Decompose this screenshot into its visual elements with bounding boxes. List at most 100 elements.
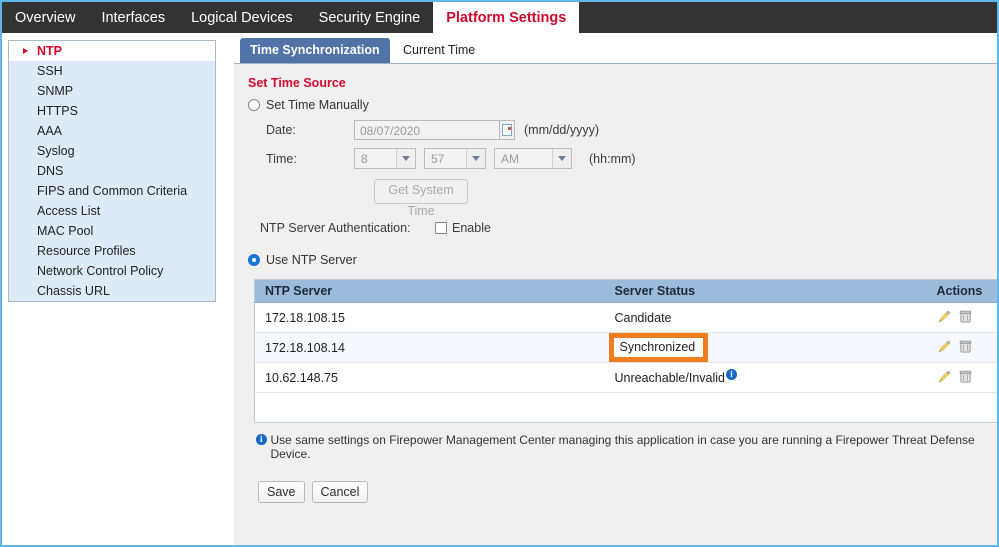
tab-label: Current Time xyxy=(403,43,476,57)
status-text: Unreachable/Invalid xyxy=(614,371,726,386)
minute-value: 57 xyxy=(431,151,445,166)
sidebar-item-syslog[interactable]: Syslog xyxy=(9,141,215,161)
sidebar-item-network-control-policy[interactable]: Network Control Policy xyxy=(9,261,215,281)
cell-ntp-server: 172.18.108.15 xyxy=(254,302,605,333)
edit-pencil-icon[interactable] xyxy=(937,339,952,357)
delete-trash-icon[interactable] xyxy=(959,369,972,387)
cell-ntp-server: 10.62.148.75 xyxy=(254,362,605,393)
sidebar-item-resource-profiles[interactable]: Resource Profiles xyxy=(9,241,215,261)
status-text: Candidate xyxy=(614,310,672,325)
sidebar-item-fips-common-criteria[interactable]: FIPS and Common Criteria xyxy=(9,181,215,201)
tab-current-time[interactable]: Current Time xyxy=(393,38,485,63)
cell-server-status: Unreachable/Invalid i xyxy=(604,362,927,393)
top-navigation-bar: Overview Interfaces Logical Devices Secu… xyxy=(2,2,997,33)
hour-value: 8 xyxy=(361,151,368,166)
table-empty-row xyxy=(255,393,998,423)
cell-empty xyxy=(255,393,605,423)
footer-note: i Use same settings on Firepower Managem… xyxy=(256,433,985,461)
radio-set-time-manually-row[interactable]: Set Time Manually xyxy=(248,98,985,112)
content-area: Time Synchronization Current Time Set Ti… xyxy=(234,38,997,545)
application-window: Overview Interfaces Logical Devices Secu… xyxy=(0,0,999,547)
caret-right-icon xyxy=(23,48,28,54)
section-title-set-time-source: Set Time Source xyxy=(248,76,346,90)
tab-time-synchronization[interactable]: Time Synchronization xyxy=(240,38,390,63)
radio-set-time-manually[interactable] xyxy=(248,99,260,111)
table-row: 10.62.148.75 Unreachable/Invalid i xyxy=(254,362,997,393)
get-system-time-button[interactable]: Get System Time xyxy=(374,179,468,218)
ntp-server-table: NTP Server Server Status Actions 172.18.… xyxy=(254,279,998,423)
topnav-item-platform-settings[interactable]: Platform Settings xyxy=(433,2,580,33)
cancel-button[interactable]: Cancel xyxy=(311,481,369,503)
sidebar-item-label: FIPS and Common Criteria xyxy=(37,184,188,198)
sidebar-item-aaa[interactable]: AAA xyxy=(9,121,215,141)
topnav-item-interfaces[interactable]: Interfaces xyxy=(88,2,178,33)
sidebar-item-label: NTP xyxy=(37,44,62,58)
table-header: NTP Server Server Status Actions xyxy=(254,279,997,303)
sidebar-item-label: SSH xyxy=(37,64,63,78)
date-input[interactable]: 08/07/2020 xyxy=(354,120,499,140)
edit-pencil-icon[interactable] xyxy=(937,369,952,387)
sidebar-item-snmp[interactable]: SNMP xyxy=(9,81,215,101)
sidebar-item-ntp[interactable]: NTP xyxy=(9,41,215,61)
footer-note-text: Use same settings on Firepower Managemen… xyxy=(270,433,975,461)
sidebar-item-ssh[interactable]: SSH xyxy=(9,61,215,81)
ampm-value: AM xyxy=(501,151,519,166)
topnav-item-security-engine[interactable]: Security Engine xyxy=(306,2,434,33)
sidebar-item-label: Resource Profiles xyxy=(37,244,136,258)
sidebar-item-label: DNS xyxy=(37,164,64,178)
cell-actions xyxy=(926,302,997,333)
save-button[interactable]: Save xyxy=(258,481,305,503)
topnav-label: Security Engine xyxy=(318,9,421,26)
table-header-row: NTP Server Server Status Actions xyxy=(254,279,997,303)
topnav-item-logical-devices[interactable]: Logical Devices xyxy=(178,2,306,33)
chevron-down-icon xyxy=(552,149,571,168)
cell-empty xyxy=(605,393,927,423)
radio-use-ntp-server-label: Use NTP Server xyxy=(266,253,357,267)
calendar-icon[interactable] xyxy=(499,120,515,140)
ntp-auth-enable-label: Enable xyxy=(452,221,491,235)
topnav-label: Logical Devices xyxy=(191,9,293,26)
sidebar-item-chassis-url[interactable]: Chassis URL xyxy=(9,281,215,301)
tab-strip: Time Synchronization Current Time xyxy=(234,38,997,64)
sidebar-item-label: Chassis URL xyxy=(37,284,110,298)
column-header-server-status: Server Status xyxy=(604,279,927,303)
date-label: Date: xyxy=(266,123,296,137)
minute-select[interactable]: 57 xyxy=(424,148,486,169)
time-format-hint: (hh:mm) xyxy=(589,151,636,166)
topnav-label: Overview xyxy=(15,9,76,26)
info-icon: i xyxy=(256,434,267,445)
sidebar-item-https[interactable]: HTTPS xyxy=(9,101,215,121)
table-row: 172.18.108.15 Candidate xyxy=(254,302,997,333)
sidebar-item-dns[interactable]: DNS xyxy=(9,161,215,181)
sidebar-item-access-list[interactable]: Access List xyxy=(9,201,215,221)
sidebar-item-mac-pool[interactable]: MAC Pool xyxy=(9,221,215,241)
date-format-hint: (mm/dd/yyyy) xyxy=(524,123,599,137)
sidebar-item-label: AAA xyxy=(37,124,63,138)
radio-set-time-manually-label: Set Time Manually xyxy=(266,98,369,112)
column-header-ntp-server: NTP Server xyxy=(254,279,605,303)
tab-label: Time Synchronization xyxy=(250,43,380,57)
chevron-down-icon xyxy=(466,149,485,168)
time-synchronization-panel: Set Time Source Set Time Manually Date: … xyxy=(234,64,997,545)
topnav-item-overview[interactable]: Overview xyxy=(2,2,88,33)
edit-pencil-icon[interactable] xyxy=(937,309,952,327)
date-field-row: Date: 08/07/2020 (mm/dd/yyyy) xyxy=(246,120,985,140)
sidebar-item-label: Access List xyxy=(37,204,101,218)
radio-use-ntp-server[interactable] xyxy=(248,254,260,266)
cell-actions xyxy=(926,332,997,363)
ampm-select[interactable]: AM xyxy=(494,148,572,169)
cell-empty xyxy=(927,393,998,423)
sidebar-item-label: Syslog xyxy=(37,144,75,158)
hour-select[interactable]: 8 xyxy=(354,148,416,169)
info-icon[interactable]: i xyxy=(726,369,737,381)
ntp-auth-enable-checkbox[interactable] xyxy=(435,222,447,234)
radio-use-ntp-server-row[interactable]: Use NTP Server xyxy=(248,253,985,267)
sidebar-item-label: Network Control Policy xyxy=(37,264,164,278)
status-highlight-box: Synchronized xyxy=(608,333,709,362)
column-header-actions: Actions xyxy=(926,279,997,303)
ntp-auth-row: NTP Server Authentication: Enable xyxy=(260,221,985,235)
topnav-label: Platform Settings xyxy=(446,9,567,26)
delete-trash-icon[interactable] xyxy=(959,309,972,327)
delete-trash-icon[interactable] xyxy=(959,339,972,357)
cell-ntp-server: 172.18.108.14 xyxy=(254,332,605,363)
